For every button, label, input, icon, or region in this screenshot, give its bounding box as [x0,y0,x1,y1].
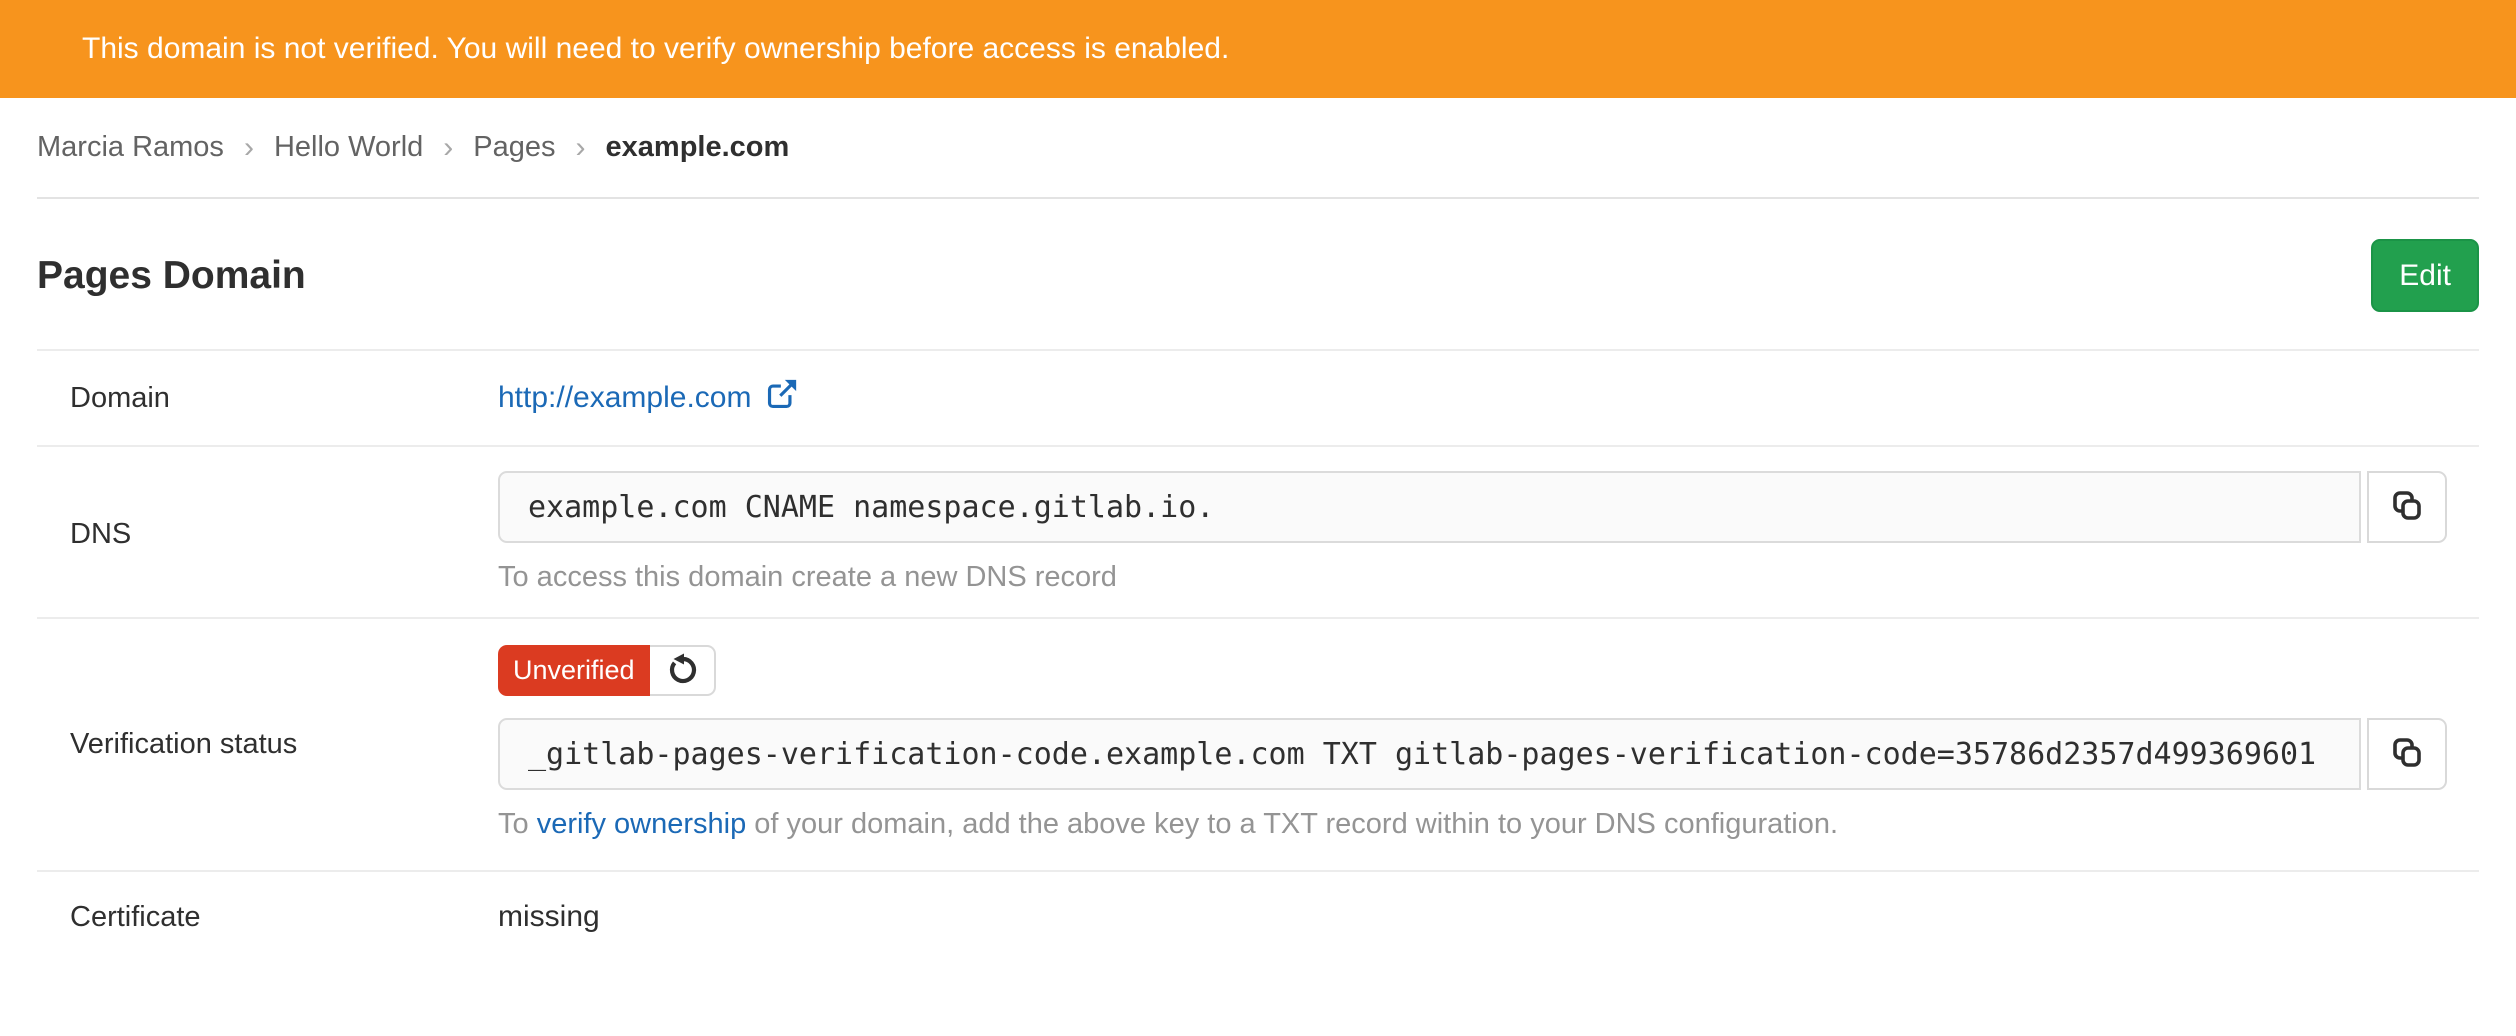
verification-status-group: Unverified [498,645,716,696]
breadcrumb-pages[interactable]: Pages [473,131,555,164]
domain-link-text: http://example.com [498,381,751,415]
verification-help-suffix: of your domain, add the above key to a T… [746,808,1838,840]
table-row-domain: Domain http://example.com [37,351,2479,447]
dns-row-value: To access this domain create a new DNS r… [498,471,2479,597]
copy-dns-record-button[interactable] [2367,471,2447,543]
external-link-icon [765,377,799,419]
certificate-row-label: Certificate [37,901,498,934]
chevron-right-icon: › [244,131,254,165]
verification-help-prefix: To [498,808,537,840]
breadcrumb-user[interactable]: Marcia Ramos [37,131,224,164]
verification-record-group [498,718,2447,790]
dns-record-input[interactable] [498,471,2361,543]
chevron-right-icon: › [576,131,586,165]
domain-row-value: http://example.com [498,377,2479,419]
copy-icon [2389,488,2425,527]
verification-record-input[interactable] [498,718,2361,790]
page-container: Marcia Ramos › Hello World › Pages › exa… [0,98,2516,982]
retry-verification-button[interactable] [650,645,716,696]
edit-button[interactable]: Edit [2371,239,2479,312]
dns-help-text: To access this domain create a new DNS r… [498,557,2447,597]
certificate-row-value: missing [498,900,2479,934]
copy-icon [2389,735,2425,774]
table-row-certificate: Certificate missing [37,872,2479,982]
retry-icon [664,651,700,690]
dns-record-group [498,471,2447,543]
page-header: Pages Domain Edit [37,199,2479,349]
verification-row-value: Unverified [498,645,2479,844]
domain-link[interactable]: http://example.com [498,377,799,419]
breadcrumb: Marcia Ramos › Hello World › Pages › exa… [37,98,2479,199]
status-badge: Unverified [498,645,650,696]
dns-row-label: DNS [37,518,498,551]
table-row-verification: Verification status Unverified [37,619,2479,872]
chevron-right-icon: › [443,131,453,165]
certificate-status-text: missing [498,900,600,933]
domain-settings-table: Domain http://example.com DNS [37,349,2479,982]
unverified-warning-banner: This domain is not verified. You will ne… [0,0,2516,98]
verification-row-label: Verification status [37,728,498,761]
copy-verification-record-button[interactable] [2367,718,2447,790]
domain-row-label: Domain [37,382,498,415]
banner-text: This domain is not verified. You will ne… [82,32,1229,66]
table-row-dns: DNS To access this domain create a new D… [37,447,2479,619]
page-title: Pages Domain [37,254,306,298]
breadcrumb-project[interactable]: Hello World [274,131,423,164]
verification-help-text: To verify ownership of your domain, add … [498,804,2447,844]
breadcrumb-current-domain: example.com [606,131,790,164]
verify-ownership-link[interactable]: verify ownership [537,808,747,840]
